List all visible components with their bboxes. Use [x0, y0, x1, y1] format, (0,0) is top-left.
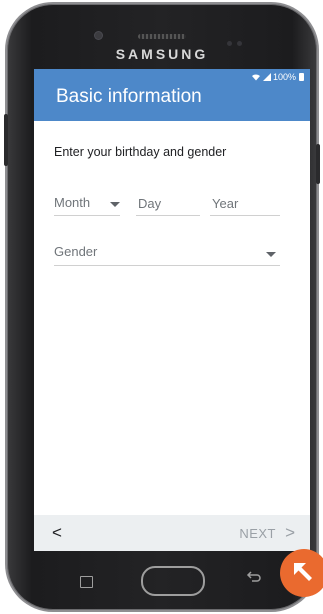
month-label: Month	[54, 195, 91, 210]
next-chevron-icon: >	[285, 523, 295, 542]
sensors	[227, 33, 247, 46]
wifi-icon	[251, 74, 260, 81]
year-placeholder: Year	[212, 196, 239, 211]
battery-percent: 100%	[272, 72, 296, 82]
page-title: Basic information	[56, 86, 202, 107]
app-bar: 100% Basic information	[34, 69, 310, 121]
battery-icon	[299, 73, 304, 81]
back-button[interactable]: <	[52, 523, 62, 543]
volume-button	[4, 114, 8, 166]
status-bar: 100%	[251, 72, 304, 82]
earpiece-speaker	[138, 34, 186, 39]
gender-placeholder: Gender	[54, 244, 98, 259]
gender-underline	[54, 265, 280, 266]
next-button[interactable]: NEXT	[239, 526, 276, 541]
home-button[interactable]	[141, 566, 205, 596]
year-underline	[210, 215, 280, 216]
brand-logo: SAMSUNG	[115, 46, 209, 62]
power-button	[316, 144, 320, 184]
chevron-down-icon	[110, 202, 120, 207]
screen: 100% Basic information Enter your birthd…	[34, 69, 310, 551]
month-underline	[54, 215, 120, 216]
signal-icon	[262, 73, 271, 81]
bottom-bar: < NEXT >	[34, 515, 310, 551]
chevron-down-icon	[266, 252, 276, 257]
recent-apps-icon[interactable]	[80, 576, 93, 588]
day-underline	[136, 215, 200, 216]
instruction-text: Enter your birthday and gender	[54, 145, 227, 159]
day-placeholder: Day	[138, 196, 162, 211]
corner-badge	[280, 549, 323, 597]
arrow-up-left-icon	[294, 563, 312, 581]
front-camera	[95, 32, 102, 39]
back-nav-icon[interactable]	[246, 570, 262, 586]
